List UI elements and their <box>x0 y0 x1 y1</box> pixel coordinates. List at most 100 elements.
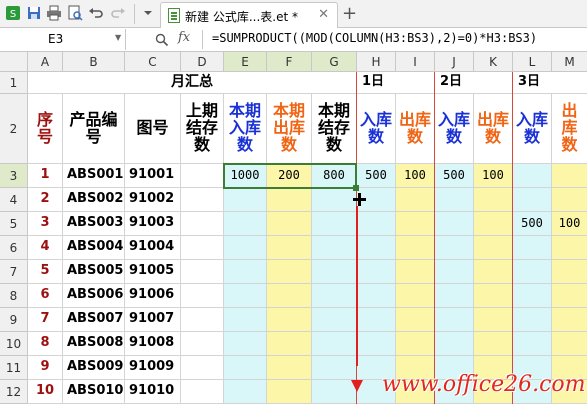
cell-g[interactable] <box>312 284 357 308</box>
product-code-cell[interactable]: ABS008 <box>63 332 125 356</box>
previous-stock-cell[interactable] <box>181 212 224 236</box>
cell-k[interactable] <box>474 284 513 308</box>
cell-e[interactable] <box>224 380 267 404</box>
cell-h[interactable] <box>357 308 396 332</box>
cell-h[interactable]: 500 <box>357 164 396 188</box>
cell-f[interactable] <box>267 332 312 356</box>
cell-l[interactable] <box>513 332 552 356</box>
column-header-d[interactable]: D <box>181 52 224 72</box>
print-icon[interactable] <box>46 5 62 21</box>
cell-l[interactable] <box>513 284 552 308</box>
cell-m[interactable] <box>552 260 587 284</box>
cell-g[interactable] <box>312 236 357 260</box>
product-code-cell[interactable]: ABS006 <box>63 284 125 308</box>
row-header-8[interactable]: 8 <box>0 284 28 308</box>
cell-j[interactable] <box>435 308 474 332</box>
cell-k[interactable] <box>474 188 513 212</box>
previous-stock-cell[interactable] <box>181 380 224 404</box>
more-icon[interactable] <box>140 5 156 21</box>
cell-h[interactable] <box>357 212 396 236</box>
drawing-number-cell[interactable]: 91004 <box>125 236 181 260</box>
cell-j[interactable] <box>435 188 474 212</box>
cell-k[interactable] <box>474 212 513 236</box>
cell-f[interactable] <box>267 212 312 236</box>
cell-g[interactable] <box>312 356 357 380</box>
cell-l[interactable] <box>513 188 552 212</box>
close-tab-icon[interactable]: ✕ <box>318 7 329 22</box>
cell-i[interactable] <box>396 188 435 212</box>
cell-j[interactable] <box>435 260 474 284</box>
product-code-cell[interactable]: ABS001 <box>63 164 125 188</box>
column-header-a[interactable]: A <box>28 52 63 72</box>
cell-m[interactable] <box>552 308 587 332</box>
column-header-k[interactable]: K <box>474 52 513 72</box>
row-header-3[interactable]: 3 <box>0 164 28 188</box>
row-header-1[interactable]: 1 <box>0 72 28 94</box>
cell-e[interactable] <box>224 356 267 380</box>
cell-m[interactable] <box>552 236 587 260</box>
cell-i[interactable] <box>396 260 435 284</box>
previous-stock-cell[interactable] <box>181 308 224 332</box>
row-header-12[interactable]: 12 <box>0 380 28 404</box>
cell-f[interactable] <box>267 284 312 308</box>
cell-f[interactable] <box>267 308 312 332</box>
drawing-number-cell[interactable]: 91002 <box>125 188 181 212</box>
cell-h[interactable] <box>357 260 396 284</box>
cell-e[interactable] <box>224 284 267 308</box>
product-code-cell[interactable]: ABS002 <box>63 188 125 212</box>
cell-g[interactable]: 800 <box>312 164 357 188</box>
column-header-g[interactable]: G <box>312 52 357 72</box>
cell-g[interactable] <box>312 212 357 236</box>
row-header-2[interactable]: 2 <box>0 94 28 164</box>
column-header-l[interactable]: L <box>513 52 552 72</box>
cell-k[interactable] <box>474 308 513 332</box>
drawing-number-cell[interactable]: 91001 <box>125 164 181 188</box>
column-header-e[interactable]: E <box>224 52 267 72</box>
cell-j[interactable]: 500 <box>435 164 474 188</box>
cell-f[interactable]: 200 <box>267 164 312 188</box>
product-code-cell[interactable]: ABS007 <box>63 308 125 332</box>
formula-input[interactable]: =SUMPRODUCT((MOD(COLUMN(H3:BS3),2)=0)*H3… <box>212 31 537 45</box>
cell-f[interactable] <box>267 380 312 404</box>
row-header-5[interactable]: 5 <box>0 212 28 236</box>
cell-e[interactable] <box>224 212 267 236</box>
row-header-9[interactable]: 9 <box>0 308 28 332</box>
cell-f[interactable] <box>267 188 312 212</box>
save-icon[interactable] <box>26 5 42 21</box>
cell-h[interactable] <box>357 332 396 356</box>
function-icon[interactable]: fx <box>178 30 190 45</box>
drawing-number-cell[interactable]: 91006 <box>125 284 181 308</box>
cell-e[interactable] <box>224 308 267 332</box>
cell-i[interactable] <box>396 332 435 356</box>
cell-g[interactable] <box>312 308 357 332</box>
cell-h[interactable] <box>357 236 396 260</box>
cell-g[interactable] <box>312 332 357 356</box>
cell-j[interactable] <box>435 236 474 260</box>
product-code-cell[interactable]: ABS003 <box>63 212 125 236</box>
document-tab[interactable]: 新建 公式库...表.et * ✕ <box>160 2 338 28</box>
column-header-m[interactable]: M <box>552 52 587 72</box>
cell-h[interactable] <box>357 284 396 308</box>
new-tab-icon[interactable]: + <box>342 3 357 24</box>
drawing-number-cell[interactable]: 91007 <box>125 308 181 332</box>
product-code-cell[interactable]: ABS009 <box>63 356 125 380</box>
previous-stock-cell[interactable] <box>181 332 224 356</box>
cell-i[interactable] <box>396 212 435 236</box>
cell-m[interactable] <box>552 188 587 212</box>
cell-l[interactable] <box>513 308 552 332</box>
cell-l[interactable]: 500 <box>513 212 552 236</box>
cell-i[interactable]: 100 <box>396 164 435 188</box>
fill-handle[interactable] <box>353 185 359 191</box>
cell-f[interactable] <box>267 236 312 260</box>
name-box[interactable]: E3 ▼ <box>0 29 126 50</box>
drawing-number-cell[interactable]: 91005 <box>125 260 181 284</box>
column-header-j[interactable]: J <box>435 52 474 72</box>
cell-k[interactable] <box>474 260 513 284</box>
cell-e[interactable] <box>224 260 267 284</box>
select-all-corner[interactable] <box>0 52 28 72</box>
cell-l[interactable] <box>513 164 552 188</box>
cell-k[interactable]: 100 <box>474 164 513 188</box>
zoom-icon[interactable] <box>155 33 169 47</box>
cell-f[interactable] <box>267 260 312 284</box>
column-header-f[interactable]: F <box>267 52 312 72</box>
